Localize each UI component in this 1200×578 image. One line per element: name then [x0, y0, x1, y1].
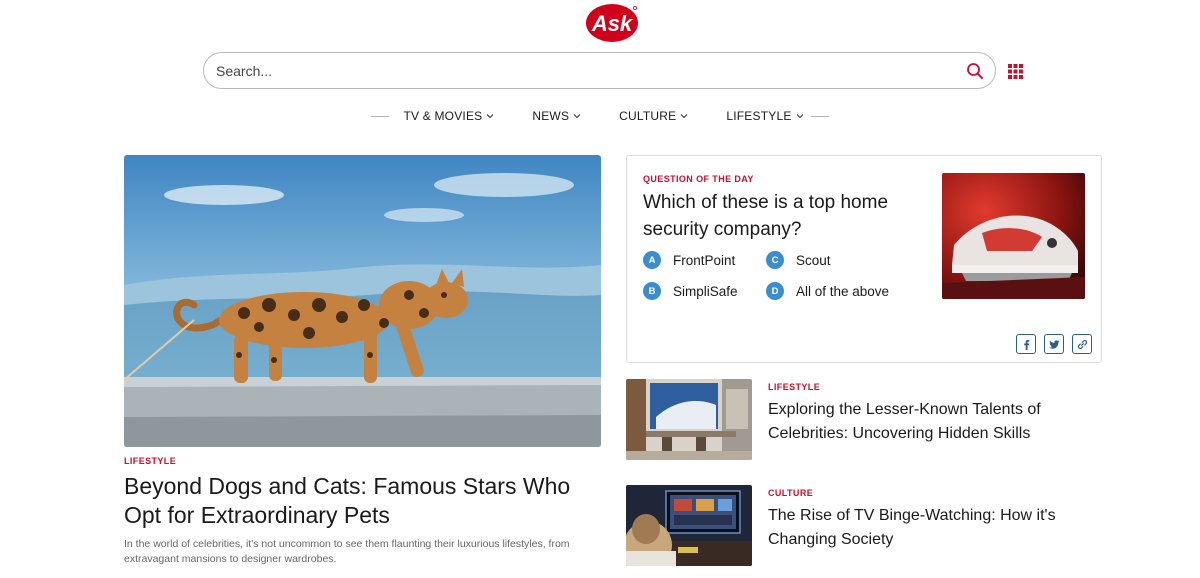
link-icon — [1077, 339, 1087, 349]
twitter-icon — [1048, 339, 1059, 349]
option-text: All of the above — [796, 283, 890, 299]
search-input[interactable] — [216, 53, 946, 88]
option-text: FrontPoint — [673, 252, 736, 268]
nav-item-culture[interactable]: CULTURE — [619, 109, 688, 123]
question-label: QUESTION OF THE DAY — [643, 174, 754, 184]
main-nav: TV & MOVIES NEWS CULTURE LIFESTYLE — [0, 107, 1200, 125]
nav-item-news[interactable]: NEWS — [532, 109, 581, 123]
answer-option-a[interactable]: A FrontPoint — [643, 251, 735, 269]
nav-item-tv-movies[interactable]: TV & MOVIES — [403, 109, 494, 123]
question-of-the-day-card: QUESTION OF THE DAY Which of these is a … — [626, 155, 1102, 363]
option-letter: B — [643, 282, 661, 300]
question-text: Which of these is a top home security co… — [643, 192, 889, 240]
facebook-icon — [1023, 339, 1029, 350]
option-text: SimpliSafe — [673, 283, 738, 299]
chevron-down-icon — [573, 114, 581, 119]
apps-grid-icon[interactable] — [1008, 64, 1023, 79]
story-category[interactable]: CULTURE — [768, 488, 813, 498]
answer-option-c[interactable]: C Scout — [766, 251, 831, 269]
share-twitter-button[interactable] — [1044, 334, 1064, 354]
story-title[interactable]: The Rise of TV Binge-Watching: How it's … — [768, 504, 1088, 552]
search-bar — [203, 52, 996, 89]
search-button[interactable] — [965, 61, 985, 81]
nav-rule-left — [371, 115, 390, 117]
option-text: Scout — [796, 252, 831, 268]
chevron-down-icon — [796, 114, 803, 119]
hero-description: In the world of celebrities, it's not un… — [124, 538, 570, 565]
ask-logo-icon: Ask — [586, 4, 638, 42]
story-image-talents[interactable] — [626, 379, 752, 460]
hero-title[interactable]: Beyond Dogs and Cats: Famous Stars Who O… — [124, 472, 604, 530]
nav-label: TV & MOVIES — [403, 109, 483, 123]
share-facebook-button[interactable] — [1016, 334, 1036, 354]
nav-label: LIFESTYLE — [726, 109, 792, 123]
story-category[interactable]: LIFESTYLE — [768, 382, 820, 392]
hero-image-cat[interactable] — [124, 155, 601, 447]
nav-rule-right — [810, 115, 829, 117]
option-letter: C — [766, 251, 784, 269]
option-letter: D — [766, 282, 784, 300]
story-title[interactable]: Exploring the Lesser-Known Talents of Ce… — [768, 398, 1088, 446]
chevron-down-icon — [486, 114, 494, 119]
ask-logo[interactable]: Ask — [585, 2, 639, 44]
share-link-button[interactable] — [1072, 334, 1092, 354]
svg-text:Ask: Ask — [591, 11, 634, 36]
answer-option-b[interactable]: B SimpliSafe — [643, 282, 738, 300]
hero-category[interactable]: LIFESTYLE — [124, 456, 176, 466]
nav-label: NEWS — [532, 109, 570, 123]
nav-item-lifestyle[interactable]: LIFESTYLE — [726, 109, 803, 123]
nav-label: CULTURE — [619, 109, 677, 123]
question-image-sneaker — [942, 173, 1085, 299]
option-letter: A — [643, 251, 661, 269]
story-image-binge-watching[interactable] — [626, 485, 752, 566]
chevron-down-icon — [680, 114, 688, 119]
search-icon — [967, 63, 983, 79]
answer-option-d[interactable]: D All of the above — [766, 282, 889, 300]
